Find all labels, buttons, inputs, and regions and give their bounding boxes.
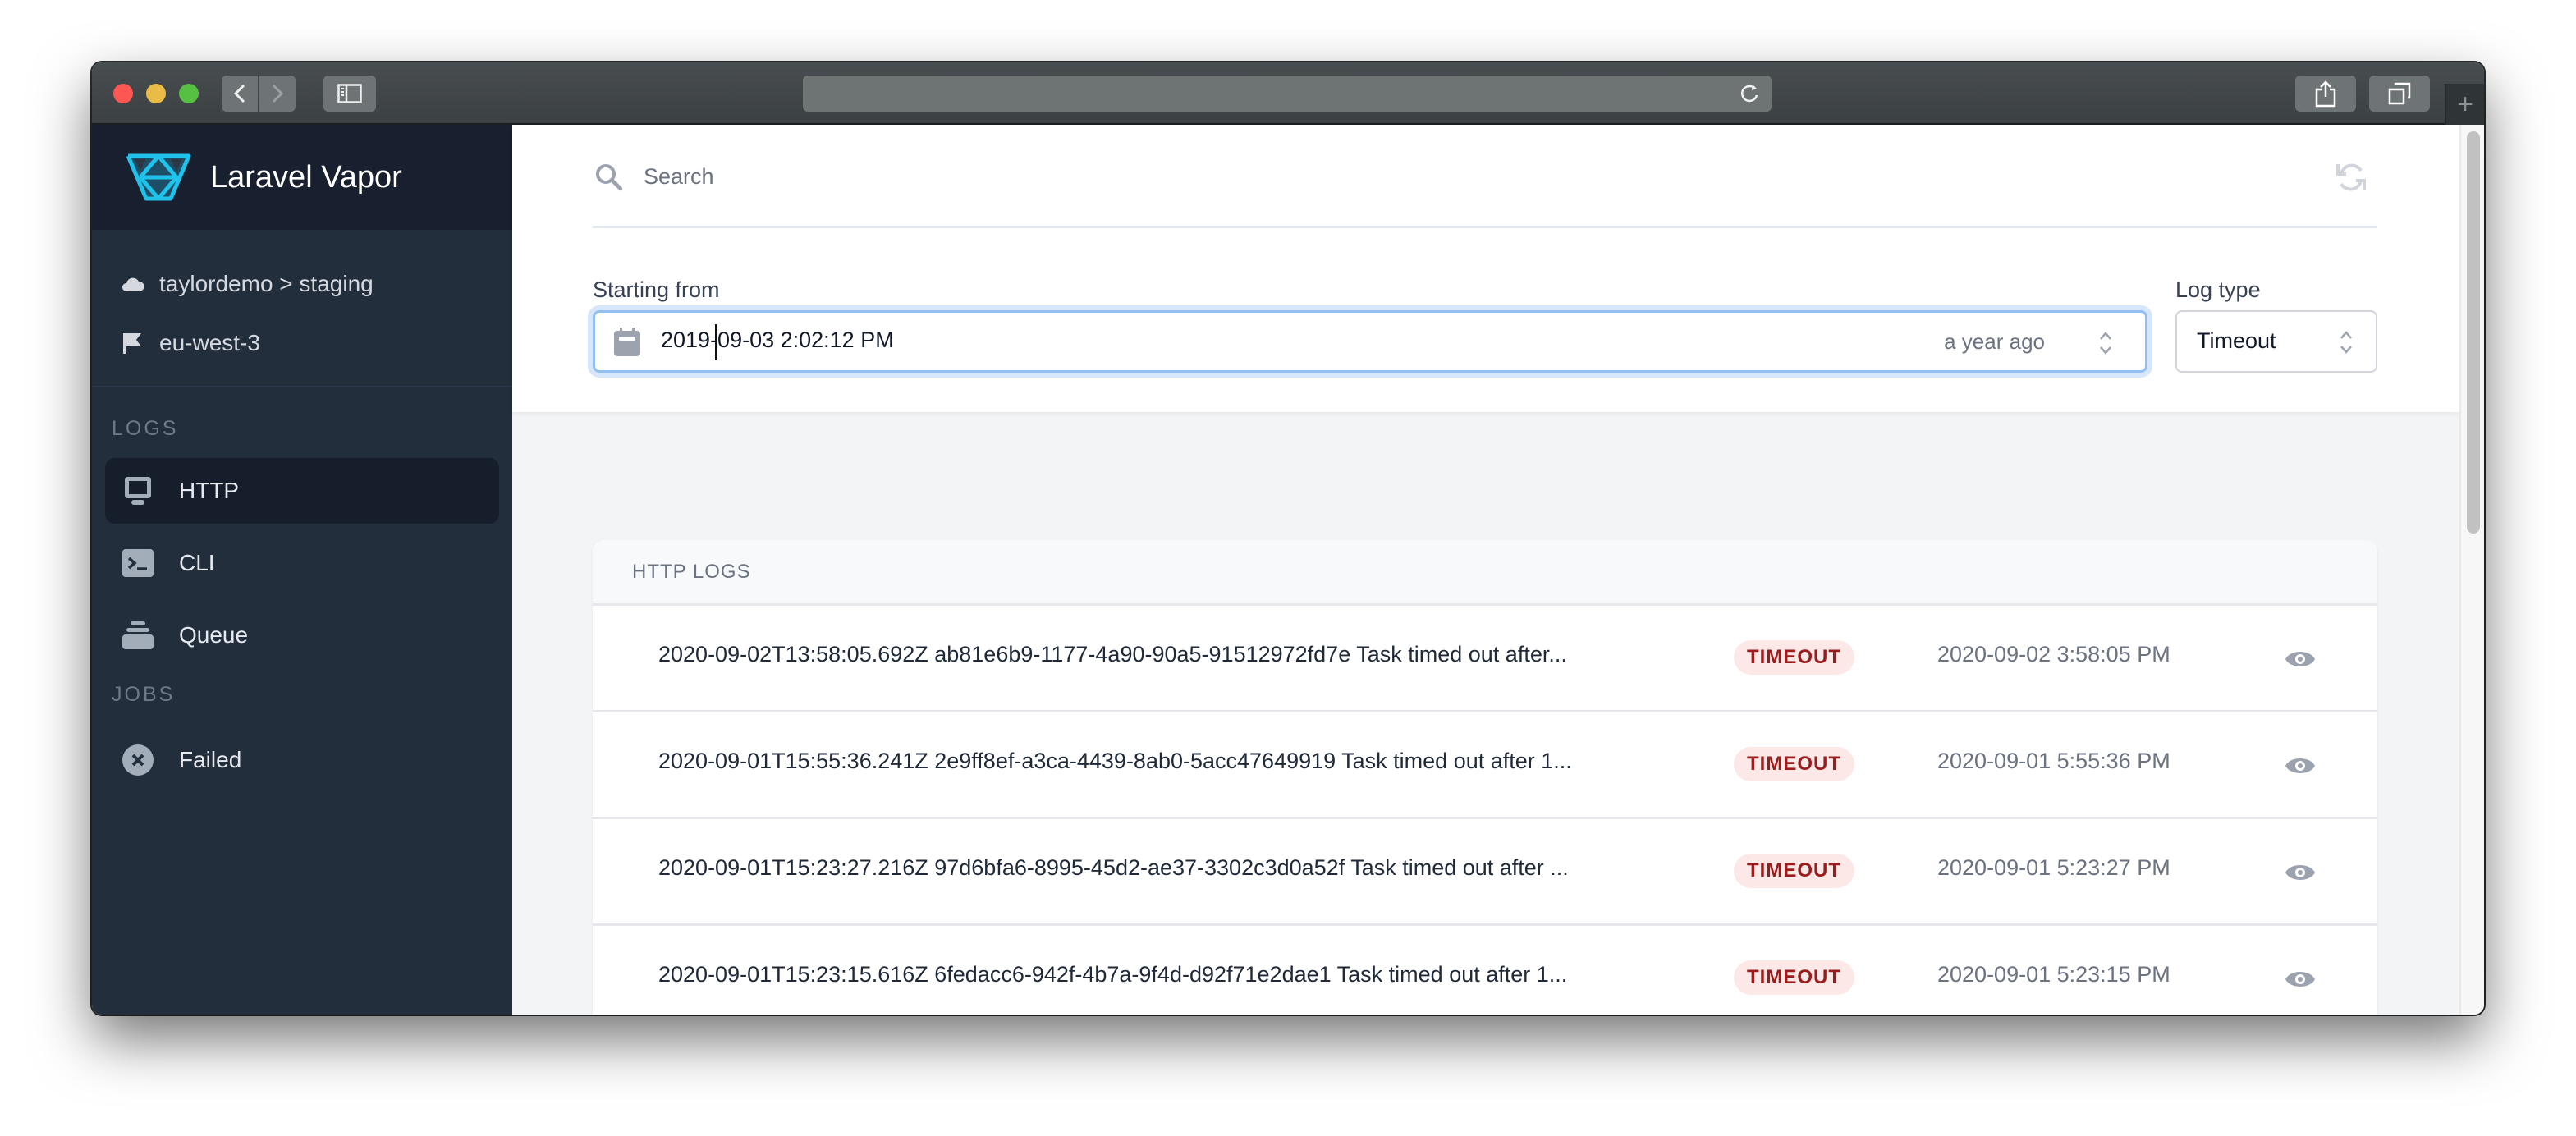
log-type-label: Log type [2175, 277, 2261, 302]
sidebar-item-label: Queue [179, 622, 249, 648]
log-row[interactable]: 2020-09-02T13:58:05.692Z ab81e6b9-1177-4… [593, 606, 2377, 712]
eye-icon[interactable] [2284, 754, 2317, 778]
project-path: taylordemo > staging [159, 271, 374, 296]
log-row[interactable]: 2020-09-01T15:23:27.216Z 97d6bfa6-8995-4… [593, 819, 2377, 926]
search-input[interactable] [644, 156, 2203, 197]
x-circle-icon [121, 744, 154, 776]
section-label-logs: LOGS [112, 417, 179, 440]
monitor-icon [121, 474, 154, 507]
chevron-right-icon [272, 84, 284, 103]
browser-titlebar: + [92, 62, 2484, 125]
cloud-icon [121, 272, 146, 296]
scrollbar[interactable] [2459, 125, 2484, 1015]
tab-overview-button[interactable] [2369, 76, 2430, 112]
relative-time: a year ago [1944, 329, 2045, 354]
sidebar-item-failed[interactable]: Failed [105, 727, 499, 793]
sidebar-item-label: Failed [179, 747, 242, 772]
brand-name: Laravel Vapor [210, 159, 402, 195]
main-content: Starting from 2019-09-03 2:02:12 PM a ye… [512, 125, 2459, 1015]
minimize-window-button[interactable] [146, 84, 166, 103]
address-bar[interactable] [803, 76, 1772, 112]
http-logs-card: HTTP LOGS 2020-09-02T13:58:05.692Z ab81e… [593, 540, 2377, 1015]
forward-button[interactable] [259, 76, 296, 112]
sidebar-toggle-button[interactable] [323, 76, 376, 112]
browser-window: + Laravel Vapor taylordemo > staging eu-… [92, 62, 2484, 1015]
log-list: 2020-09-02T13:58:05.692Z ab81e6b9-1177-4… [593, 606, 2377, 1015]
share-icon [2315, 80, 2336, 108]
status-badge: TIMEOUT [1734, 960, 1854, 995]
search-icon [596, 164, 623, 191]
reload-icon[interactable] [1739, 82, 1762, 105]
log-message: 2020-09-01T15:23:15.616Z 6fedacc6-942f-4… [658, 962, 1568, 987]
sidebar-item-label: CLI [179, 550, 215, 575]
refresh-icon[interactable] [2333, 159, 2369, 195]
search-bar [593, 146, 2377, 228]
queue-icon [121, 619, 154, 652]
sidebar-icon [337, 84, 362, 103]
eye-icon[interactable] [2284, 860, 2317, 885]
sidebar: Laravel Vapor taylordemo > staging eu-we… [92, 125, 512, 1015]
terminal-icon [121, 547, 154, 579]
log-message: 2020-09-01T15:23:27.216Z 97d6bfa6-8995-4… [658, 855, 1569, 880]
back-button[interactable] [222, 76, 258, 112]
sidebar-item-label: HTTP [179, 478, 240, 503]
eye-icon[interactable] [2284, 967, 2317, 992]
status-badge: TIMEOUT [1734, 640, 1854, 675]
log-timestamp: 2020-09-02 3:58:05 PM [1937, 642, 2170, 666]
section-label-jobs: JOBS [112, 683, 176, 706]
text-caret [715, 324, 717, 360]
sidebar-item-cli[interactable]: CLI [105, 530, 499, 596]
close-window-button[interactable] [113, 84, 133, 103]
plus-icon: + [2457, 88, 2473, 120]
calendar-icon [614, 328, 640, 356]
tabs-overview-icon [2388, 82, 2411, 105]
new-tab-button[interactable]: + [2445, 84, 2484, 125]
scrollbar-thumb[interactable] [2467, 131, 2480, 534]
environment-info: taylordemo > staging eu-west-3 [92, 230, 512, 387]
filter-panel: Starting from 2019-09-03 2:02:12 PM a ye… [512, 125, 2459, 412]
eye-icon[interactable] [2284, 647, 2317, 671]
status-badge: TIMEOUT [1734, 747, 1854, 781]
project-environment[interactable]: taylordemo > staging [92, 254, 512, 314]
status-badge: TIMEOUT [1734, 854, 1854, 888]
starting-from-label: Starting from [593, 277, 720, 302]
chevron-left-icon [233, 84, 245, 103]
log-type-select[interactable]: Timeout [2175, 310, 2377, 373]
sidebar-item-http[interactable]: HTTP [105, 458, 499, 524]
up-down-chevron-icon[interactable] [2097, 329, 2114, 357]
log-timestamp: 2020-09-01 5:23:27 PM [1937, 855, 2170, 880]
sidebar-item-queue[interactable]: Queue [105, 602, 499, 668]
log-message: 2020-09-01T15:55:36.241Z 2e9ff8ef-a3ca-4… [658, 749, 1572, 773]
flag-icon [121, 331, 146, 355]
region[interactable]: eu-west-3 [92, 314, 512, 373]
log-message: 2020-09-02T13:58:05.692Z ab81e6b9-1177-4… [658, 642, 1567, 666]
log-timestamp: 2020-09-01 5:55:36 PM [1937, 749, 2170, 773]
vapor-logo-icon [126, 153, 191, 201]
log-timestamp: 2020-09-01 5:23:15 PM [1937, 962, 2170, 987]
log-row[interactable]: 2020-09-01T15:55:36.241Z 2e9ff8ef-a3ca-4… [593, 712, 2377, 819]
region-label: eu-west-3 [159, 330, 260, 355]
starting-from-input[interactable]: 2019-09-03 2:02:12 PM a year ago [593, 310, 2147, 373]
log-type-value: Timeout [2197, 328, 2276, 353]
up-down-chevron-icon [2340, 331, 2352, 354]
share-button[interactable] [2295, 76, 2356, 112]
log-row[interactable]: 2020-09-01T15:23:15.616Z 6fedacc6-942f-4… [593, 926, 2377, 1015]
brand-header[interactable]: Laravel Vapor [92, 125, 512, 230]
starting-from-value: 2019-09-03 2:02:12 PM [661, 328, 894, 352]
card-title: HTTP LOGS [593, 540, 2377, 606]
maximize-window-button[interactable] [179, 84, 199, 103]
